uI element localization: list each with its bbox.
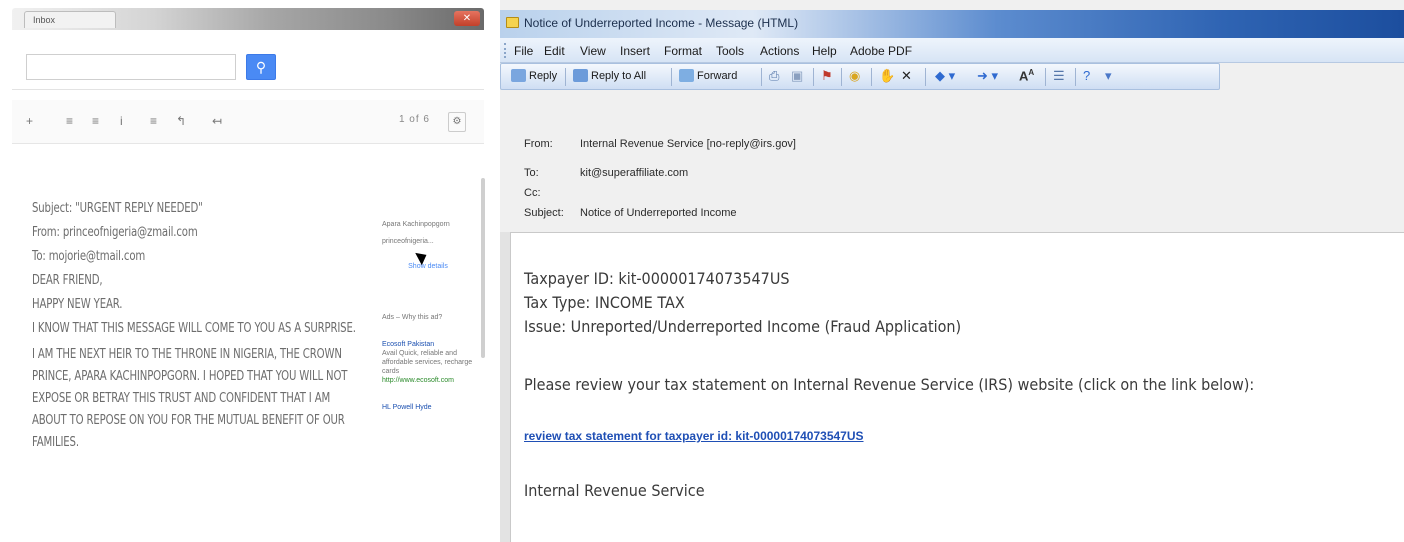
message-line: HAPPY NEW YEAR. — [32, 297, 123, 312]
message-subject: Subject: "URGENT REPLY NEEDED" — [32, 201, 203, 216]
spam-button[interactable]: ≡ — [92, 114, 99, 128]
menu-insert[interactable]: Insert — [620, 44, 650, 58]
reply-label: Reply — [529, 70, 558, 82]
message-from: From: princeofnigeria@zmail.com — [32, 225, 198, 240]
header-cc: Cc: — [524, 187, 580, 199]
mail-toolbar: + ≡ ≡ i ≡ ↰ ↤ 1 of 6 ⚙ — [12, 100, 484, 144]
scrollbar[interactable] — [481, 178, 485, 358]
recipient[interactable]: kit@superaffiliate.com — [580, 167, 688, 179]
taxpayer-id: Taxpayer ID: kit-00000174073547US — [524, 269, 790, 288]
close-button[interactable]: ✕ — [454, 11, 480, 26]
message-to: To: mojorie@tmail.com — [32, 249, 146, 264]
archive-button[interactable]: ≡ — [66, 114, 73, 128]
sidebar-contact: Apara Kachinpopgorn — [382, 221, 450, 228]
move-button[interactable]: ≡ — [150, 114, 157, 128]
next-icon[interactable]: ➜ ▾ — [977, 68, 998, 84]
pager-count: 1 of 6 — [398, 114, 430, 125]
reply-button[interactable]: Reply — [511, 69, 557, 82]
reading-pane-margin — [500, 232, 510, 542]
message-toolbar: Reply Reply to All Forward ⎙ ▣ ⚑ ◉ ✋ ✕ ◆… — [500, 63, 1220, 90]
reply-all-button[interactable]: Reply to All — [573, 69, 646, 82]
junk-icon[interactable]: ✋ — [879, 68, 895, 84]
info-button[interactable]: i — [120, 114, 123, 128]
browser-tab[interactable]: Inbox — [24, 11, 116, 28]
forward-label: Forward — [697, 70, 738, 82]
ad-title[interactable]: HL Powell Hyde — [382, 403, 474, 412]
window-title: Notice of Underreported Income - Message… — [524, 16, 799, 30]
browser-titlebar: Inbox ✕ — [12, 8, 484, 30]
subject: Notice of Underreported Income — [580, 207, 737, 219]
contact-sidebar: Apara Kachinpopgorn princeofnigeria... S… — [382, 220, 474, 412]
menu-adobe-pdf[interactable]: Adobe PDF — [850, 44, 912, 58]
tax-type: Tax Type: INCOME TAX — [524, 293, 685, 312]
settings-button[interactable]: ⚙ — [448, 112, 466, 132]
instruction: Please review your tax statement on Inte… — [524, 375, 1255, 394]
sidebar-more[interactable]: Show details — [382, 262, 474, 271]
sender[interactable]: Internal Revenue Service [no-reply@irs.g… — [580, 138, 796, 150]
menu-actions[interactable]: Actions — [760, 44, 799, 58]
issue: Issue: Unreported/Underreported Income (… — [524, 317, 962, 336]
header-subject: Subject: Notice of Underreported Income — [524, 207, 737, 219]
menu-edit[interactable]: Edit — [544, 44, 565, 58]
reply-icon — [511, 69, 526, 82]
delete-icon[interactable]: ✕ — [901, 68, 912, 84]
address-book-icon[interactable]: ☰ — [1053, 68, 1065, 84]
search-button[interactable]: ⚲ — [246, 54, 276, 80]
message-body: Subject: "URGENT REPLY NEEDED" From: pri… — [32, 198, 356, 458]
compose-button[interactable]: + — [26, 114, 33, 128]
menu-help[interactable]: Help — [812, 44, 837, 58]
help-icon[interactable]: ? — [1083, 68, 1090, 83]
window-titlebar: Notice of Underreported Income - Message… — [500, 10, 1404, 38]
menu-file[interactable]: File — [514, 44, 533, 58]
menu-bar: File Edit View Insert Format Tools Actio… — [500, 38, 1404, 63]
header-from: From: Internal Revenue Service [no-reply@… — [524, 138, 796, 150]
toolbar-options-icon[interactable]: ▾ — [1105, 68, 1112, 84]
menu-format[interactable]: Format — [664, 44, 702, 58]
more-button[interactable]: ↤ — [212, 114, 222, 128]
message-paragraph: I AM THE NEXT HEIR TO THE THRONE IN NIGE… — [32, 347, 348, 450]
search-bar: ⚲ — [12, 30, 484, 90]
message-greeting: DEAR FRIEND, — [32, 273, 103, 288]
forward-icon — [679, 69, 694, 82]
move-icon[interactable]: ▣ — [791, 68, 803, 84]
header-label: Cc: — [524, 187, 541, 199]
header-label: To: — [524, 167, 539, 179]
ad-url[interactable]: http://www.ecosoft.com — [382, 376, 474, 385]
sidebar-related: Ads – Why this ad? — [382, 314, 443, 321]
message-body: Taxpayer ID: kit-00000174073547US Tax Ty… — [510, 232, 1404, 542]
review-statement-link[interactable]: review tax statement for taxpayer id: ki… — [524, 429, 864, 443]
reply-button[interactable]: ↰ — [176, 114, 186, 128]
signature: Internal Revenue Service — [524, 481, 705, 500]
ad-title[interactable]: Ecosoft Pakistan — [382, 340, 474, 349]
grip-icon — [504, 43, 507, 58]
flag-icon[interactable]: ⚑ — [821, 68, 833, 84]
categorize-icon[interactable]: ◉ — [849, 68, 860, 84]
search-input[interactable] — [26, 54, 236, 80]
print-icon[interactable]: ⎙ — [769, 68, 779, 84]
menu-view[interactable]: View — [580, 44, 606, 58]
font-size-icon[interactable]: AA — [1019, 68, 1034, 83]
ad-text: Avail Quick, reliable and affordable ser… — [382, 350, 473, 375]
search-icon: ⚲ — [255, 59, 267, 75]
message-headers: From: Internal Revenue Service [no-reply@… — [500, 91, 1404, 231]
webmail-window: Inbox ✕ ⚲ + ≡ ≡ i ≡ ↰ ↤ 1 of 6 ⚙ Subject… — [0, 0, 492, 542]
reply-all-icon — [573, 69, 588, 82]
outlook-message-window: Notice of Underreported Income - Message… — [500, 0, 1404, 542]
reply-all-label: Reply to All — [591, 70, 647, 82]
previous-icon[interactable]: ◆ ▾ — [935, 68, 955, 84]
menu-tools[interactable]: Tools — [716, 44, 744, 58]
message-paragraph: I KNOW THAT THIS MESSAGE WILL COME TO YO… — [32, 321, 356, 336]
header-label: From: — [524, 138, 553, 150]
header-label: Subject: — [524, 207, 564, 219]
envelope-icon — [506, 17, 519, 28]
forward-button[interactable]: Forward — [679, 69, 737, 82]
header-to: To: kit@superaffiliate.com — [524, 167, 688, 179]
sidebar-email: princeofnigeria... — [382, 238, 434, 245]
